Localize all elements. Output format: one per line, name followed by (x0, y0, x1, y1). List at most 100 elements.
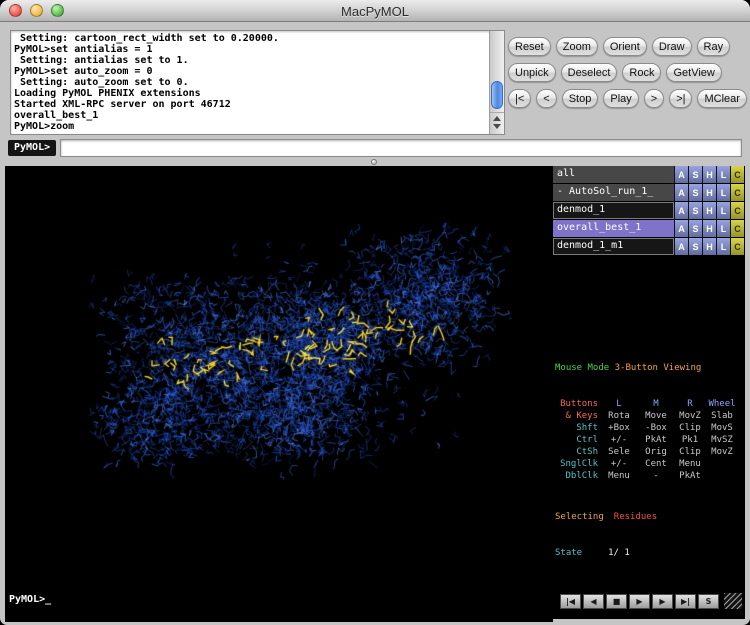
molecule-viewport[interactable] (5, 166, 553, 622)
splitter-handle[interactable] (371, 159, 377, 165)
label-button[interactable]: L (716, 220, 730, 237)
show-button[interactable]: S (688, 220, 702, 237)
object-row-denmod1: denmod_1 A S H L C (553, 202, 744, 219)
title-bar[interactable]: MacPyMOL (0, 0, 750, 22)
mouse-mode-row[interactable]: Mouse Mode 3-Button Viewing (555, 362, 743, 374)
object-row-autosol: - AutoSol_run_1_ A S H L C (553, 184, 744, 201)
console-line: Loading PyMOL PHENIX extensions (14, 88, 487, 99)
getview-button[interactable]: GetView (666, 63, 721, 82)
show-button[interactable]: S (688, 202, 702, 219)
matrix-cell: MvSZ (705, 434, 739, 446)
console-line: Setting: antialias set to 1. (14, 55, 487, 66)
object-label[interactable]: denmod_1_m1 (553, 238, 674, 255)
action-button[interactable]: A (674, 202, 688, 219)
ray-button[interactable]: Ray (697, 37, 731, 56)
matrix-cell: - (637, 470, 675, 482)
hide-button[interactable]: H (702, 166, 716, 183)
matrix-cell: R (675, 398, 705, 410)
rock-button[interactable]: Rock (622, 63, 661, 82)
draw-button[interactable]: Draw (652, 37, 692, 56)
macpymol-window: MacPyMOL Setting: cartoon_rect_width set… (0, 0, 750, 625)
label-button[interactable]: L (716, 202, 730, 219)
scroll-up-icon[interactable] (493, 116, 501, 121)
object-label[interactable]: denmod_1 (553, 202, 674, 219)
deselect-button[interactable]: Deselect (561, 63, 618, 82)
scrollbar-thumb[interactable] (491, 81, 503, 109)
action-button[interactable]: A (674, 220, 688, 237)
viewport-prompt[interactable]: PyMOL>_ (9, 594, 51, 605)
color-button[interactable]: C (730, 220, 744, 237)
go-start-button[interactable]: |< (508, 89, 531, 108)
command-input[interactable] (60, 139, 742, 157)
matrix-cell: SnglClk (555, 458, 601, 470)
console-log: Setting: cartoon_rect_width set to 0.200… (10, 30, 505, 135)
frame-play-button[interactable]: ▶ (629, 594, 650, 609)
matrix-cell: Buttons (555, 398, 601, 410)
matrix-cell: +Box (601, 422, 637, 434)
frame-rewind-button[interactable]: |◀ (560, 594, 581, 609)
action-button[interactable]: A (674, 166, 688, 183)
command-row: PyMOL> (8, 139, 742, 157)
mouse-mode-label: Mouse Mode (555, 363, 609, 373)
unpick-button[interactable]: Unpick (508, 63, 556, 82)
selecting-label: Selecting (555, 512, 604, 522)
step-back-button[interactable]: < (536, 89, 556, 108)
hide-button[interactable]: H (702, 184, 716, 201)
action-button[interactable]: A (674, 184, 688, 201)
matrix-cell: Ctrl (555, 434, 601, 446)
frame-stop-button[interactable]: ■ (606, 594, 627, 609)
label-button[interactable]: L (716, 184, 730, 201)
console-line: overall_best_1 (14, 110, 487, 121)
matrix-cell: +/- (601, 434, 637, 446)
resize-grip[interactable] (724, 593, 742, 609)
color-button[interactable]: C (730, 184, 744, 201)
label-button[interactable]: L (716, 166, 730, 183)
control-row-1: Reset Zoom Orient Draw Ray (508, 37, 746, 56)
go-end-button[interactable]: >| (669, 89, 692, 108)
matrix-cell: Shft (555, 422, 601, 434)
hide-button[interactable]: H (702, 238, 716, 255)
label-button[interactable]: L (716, 238, 730, 255)
console-line: PyMOL>zoom (14, 121, 487, 132)
scroll-down-icon[interactable] (493, 124, 501, 129)
hide-button[interactable]: H (702, 220, 716, 237)
matrix-cell: Clip (675, 446, 705, 458)
mclear-button[interactable]: MClear (697, 89, 746, 108)
selecting-value[interactable]: Residues (614, 512, 657, 522)
matrix-cell: DblClk (555, 470, 601, 482)
show-button[interactable]: S (688, 238, 702, 255)
color-button[interactable]: C (730, 238, 744, 255)
action-button[interactable]: A (674, 238, 688, 255)
console-line: Started XML-RPC server on port 46712 (14, 99, 487, 110)
stop-button[interactable]: Stop (562, 89, 599, 108)
frame-end-button[interactable]: ▶| (675, 594, 696, 609)
matrix-cell (705, 470, 739, 482)
control-button-panel: Reset Zoom Orient Draw Ray Unpick Desele… (508, 37, 746, 115)
object-label[interactable]: overall_best_1 (553, 220, 674, 237)
orient-button[interactable]: Orient (603, 37, 647, 56)
object-label[interactable]: - AutoSol_run_1_ (553, 184, 674, 201)
matrix-cell: +/- (601, 458, 637, 470)
mouse-mode-value[interactable]: 3-Button Viewing (615, 363, 702, 373)
reset-button[interactable]: Reset (508, 37, 551, 56)
object-label[interactable]: all (553, 166, 674, 183)
console-line: Setting: auto_zoom set to 0. (14, 77, 487, 88)
control-row-3: |< < Stop Play > >| MClear (508, 89, 746, 108)
step-forward-button[interactable]: > (644, 89, 664, 108)
matrix-cell: M (637, 398, 675, 410)
zoom-button[interactable]: Zoom (556, 37, 598, 56)
console-line: PyMOL>set auto_zoom = 0 (14, 66, 487, 77)
matrix-cell: L (601, 398, 637, 410)
seq-toggle-button[interactable]: S (698, 594, 719, 609)
object-panel: all A S H L C - AutoSol_run_1_ A S H L C… (552, 166, 745, 619)
color-button[interactable]: C (730, 202, 744, 219)
console-line: Setting: cartoon_rect_width set to 0.200… (14, 33, 487, 44)
show-button[interactable]: S (688, 184, 702, 201)
frame-back-button[interactable]: ◀ (583, 594, 604, 609)
color-button[interactable]: C (730, 166, 744, 183)
play-button[interactable]: Play (603, 89, 638, 108)
frame-forward-button[interactable]: ▶ (652, 594, 673, 609)
show-button[interactable]: S (688, 166, 702, 183)
hide-button[interactable]: H (702, 202, 716, 219)
console-scrollbar[interactable] (489, 31, 504, 134)
